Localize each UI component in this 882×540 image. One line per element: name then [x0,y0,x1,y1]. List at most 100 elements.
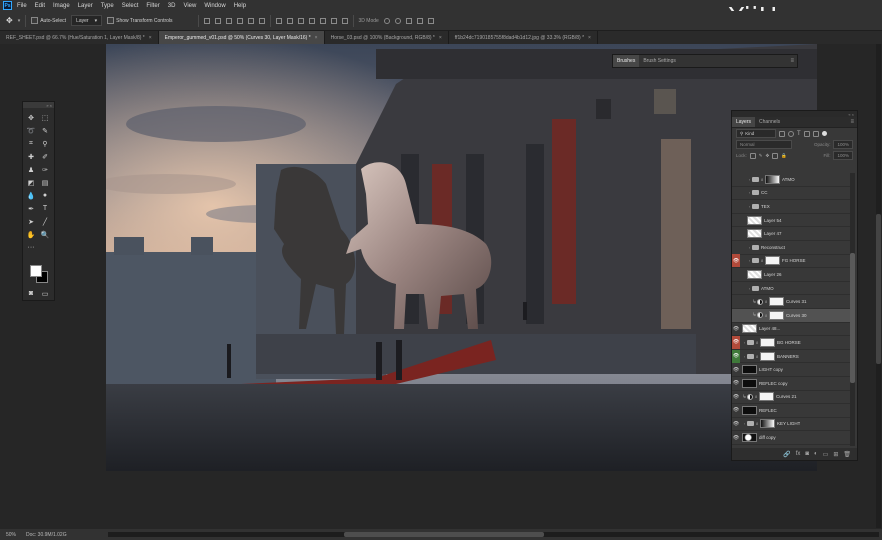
layer-row[interactable]: 👁 › 8 BG HORSE [732,335,850,350]
filter-smart-object-icon[interactable] [812,130,819,137]
layer-row[interactable]: › CC [732,187,850,201]
canvas-vertical-scrollbar-thumb[interactable] [876,214,881,364]
distribute-top-icon[interactable] [275,17,282,24]
layer-list-scrollbar-thumb[interactable] [850,253,855,383]
menu-window[interactable]: Window [204,3,225,9]
visibility-eye-icon[interactable] [732,282,740,295]
new-group-icon[interactable]: ▭ [823,451,829,458]
layer-thumbnail[interactable] [769,310,784,320]
move-tool-icon[interactable]: ✥ [6,16,13,25]
layer-row[interactable]: ↳ 8 Curves 30 [732,308,850,323]
mask-link-icon[interactable]: 8 [756,354,759,359]
zoom-level[interactable]: 50% [6,532,16,538]
menu-layer[interactable]: Layer [78,3,93,9]
menu-image[interactable]: Image [53,3,70,9]
menu-select[interactable]: Select [122,3,139,9]
menu-edit[interactable]: Edit [35,3,45,9]
lock-pixels-icon[interactable]: ✎ [759,153,763,159]
distribute-left-icon[interactable] [308,17,315,24]
visibility-eye-icon[interactable] [732,295,740,308]
layer-row[interactable]: 👁 ↳ 8 Curves 21 [732,391,850,405]
layer-row[interactable]: Layer 47 [732,227,850,241]
show-transform-checkbox[interactable]: Show Transform Controls [107,17,173,24]
marquee-tool-icon[interactable]: ⬚ [38,111,52,124]
align-vcenter-icon[interactable] [214,17,221,24]
pen-tool-icon[interactable]: ✒ [24,202,38,215]
eraser-tool-icon[interactable]: ◩ [24,176,38,189]
tool-preset-dropdown[interactable]: ▾ [18,18,21,24]
doc-tab-emperor[interactable]: Emperor_gummed_v01.psd @ 50% (Curves 30,… [158,31,325,44]
mask-link-icon[interactable]: 8 [765,299,768,304]
filter-adjustment-icon[interactable] [788,130,794,137]
layer-row[interactable]: 👁 LIGHT copy [732,363,850,377]
menu-3d[interactable]: 3D [168,3,176,9]
layer-row[interactable]: 👁 › 8 KEY LIGHT [732,418,850,432]
distribute-hcenter-icon[interactable] [319,17,326,24]
visibility-eye-icon[interactable] [732,309,740,322]
blur-tool-icon[interactable]: 💧 [24,189,38,202]
menu-filter[interactable]: Filter [146,3,159,9]
layer-row[interactable]: ↳ 8 Curves 31 [732,295,850,309]
path-select-tool-icon[interactable]: ➤ [24,215,38,228]
doc-tab-ref-sheet[interactable]: REF_SHEET.psd @ 66.7% (Hue/Saturation 1,… [0,31,159,44]
layer-row[interactable]: 👁 REFLEC copy [732,377,850,391]
menu-help[interactable]: Help [234,3,246,9]
layer-row[interactable]: › TEX [732,200,850,214]
layer-row[interactable]: › Reconstruct [732,241,850,255]
shape-tool-icon[interactable]: ╱ [38,215,52,228]
fill-input[interactable]: 100% [833,151,853,160]
add-mask-icon[interactable]: ◙ [805,451,809,457]
visibility-eye-icon[interactable] [732,268,740,281]
mask-link-icon[interactable]: 8 [756,421,759,426]
mask-link-icon[interactable]: 8 [761,258,764,263]
visibility-eye-icon[interactable]: 👁 [732,377,740,390]
move-tool-icon[interactable]: ✥ [24,111,38,124]
more-tools-icon[interactable]: ··· [24,241,38,254]
new-adjustment-icon[interactable]: ◐ [814,451,818,457]
layer-thumbnail[interactable] [747,215,762,225]
align-bottom-icon[interactable] [225,17,232,24]
layer-row[interactable]: › 8 ATMO [732,173,850,187]
canvas-horizontal-scrollbar-thumb[interactable] [344,532,544,537]
visibility-eye-icon[interactable] [732,214,740,227]
mask-link-icon[interactable]: 8 [756,340,759,345]
close-icon[interactable]: × [439,35,442,41]
opacity-input[interactable]: 100% [833,140,853,149]
layer-row[interactable]: 👁 Layer 48... [732,323,850,337]
layer-thumbnail[interactable] [765,174,780,184]
layer-thumbnail[interactable] [742,378,757,388]
new-layer-icon[interactable]: ⊞ [833,451,838,458]
visibility-eye-icon[interactable]: 👁 [732,322,740,335]
canvas-horizontal-scrollbar[interactable] [108,532,879,537]
3d-pan-icon[interactable] [405,17,412,24]
mask-link-icon[interactable]: 8 [761,177,764,182]
mask-link-icon[interactable]: 8 [755,394,758,399]
align-right-icon[interactable] [258,17,265,24]
filter-type-icon[interactable]: T [797,131,801,137]
3d-orbit-icon[interactable] [383,17,390,24]
distribute-vcenter-icon[interactable] [286,17,293,24]
type-tool-icon[interactable]: T [38,202,52,215]
gradient-tool-icon[interactable]: ▤ [38,176,52,189]
zoom-tool-icon[interactable]: 🔍 [38,228,52,241]
document-canvas[interactable] [106,44,817,471]
layer-thumbnail[interactable] [742,324,757,334]
lock-artboard-icon[interactable] [772,152,779,159]
tab-layers[interactable]: Layers [732,117,756,127]
layer-thumbnail[interactable] [769,297,784,307]
stamp-tool-icon[interactable]: ♟ [24,163,38,176]
healing-tool-icon[interactable]: ✚ [24,150,38,163]
tab-brush-settings[interactable]: Brush Settings [639,55,680,67]
align-left-icon[interactable] [236,17,243,24]
layer-thumbnail[interactable] [760,419,775,429]
canvas-vertical-scrollbar[interactable] [876,44,881,528]
layer-thumbnail[interactable] [747,229,762,239]
visibility-eye-icon[interactable]: 👁 [732,417,740,430]
visibility-eye-icon[interactable]: 👁 [732,254,740,268]
mask-link-icon[interactable]: 8 [765,313,768,318]
align-top-icon[interactable] [203,17,210,24]
quick-select-tool-icon[interactable]: ✎ [38,124,52,137]
filter-shape-icon[interactable] [803,130,810,137]
quick-mask-icon[interactable]: ◙ [24,287,38,300]
visibility-eye-icon[interactable] [732,200,740,213]
